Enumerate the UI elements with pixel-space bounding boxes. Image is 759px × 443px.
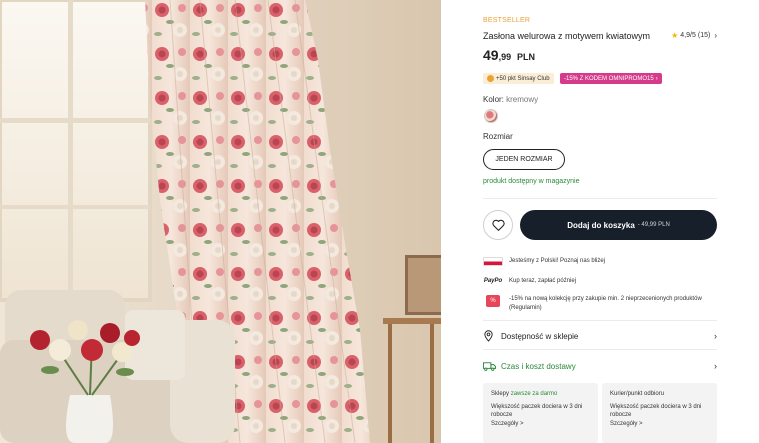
chevron-right-icon: ›: [655, 75, 658, 82]
details-link[interactable]: Szczegóły >: [491, 420, 590, 429]
color-swatch[interactable]: [484, 109, 498, 123]
delivery-card-title-text: Kurier/punkt odbioru: [610, 391, 665, 397]
star-icon: ★: [671, 31, 679, 40]
chevron-right-icon: ›: [714, 361, 717, 371]
info-text: Jesteśmy z Polski! Poznaj nas bliżej: [509, 258, 606, 264]
rating-value: 4,9/5: [680, 32, 696, 39]
add-to-cart-price: - 49,99 PLN: [637, 222, 670, 228]
product-photo-illustration: [0, 0, 441, 443]
delivery-info-label: Czas i koszt dostawy: [501, 361, 576, 371]
color-label-text: Kolor:: [483, 95, 504, 104]
coin-icon: [487, 75, 494, 82]
delivery-card-highlight: zawsze za darmo: [510, 391, 558, 397]
price-tag-icon: %: [486, 295, 500, 307]
price-currency: PLN: [516, 52, 535, 62]
wishlist-button[interactable]: [483, 210, 513, 240]
delivery-card-title: Sklepy zawsze za darmo: [491, 390, 590, 399]
chevron-right-icon: ›: [714, 31, 717, 40]
delivery-truck-icon: [483, 361, 496, 371]
info-text: -15% na nową kolekcję przy zakupie min. …: [509, 296, 702, 311]
product-details-panel: BESTSELLER Zasłona welurowa z motywem kw…: [483, 0, 723, 443]
bestseller-badge: BESTSELLER: [483, 17, 531, 24]
info-row-polish[interactable]: Jesteśmy z Polski! Poznaj nas bliżej: [483, 257, 605, 266]
size-label: Rozmiar: [483, 132, 513, 141]
add-to-cart-button[interactable]: Dodaj do koszyka - 49,99 PLN: [520, 210, 717, 240]
info-text: Kup teraz, zapłać później: [509, 278, 577, 284]
heart-icon: [491, 219, 505, 231]
chevron-right-icon: ›: [714, 331, 717, 341]
add-to-cart-label: Dodaj do koszyka: [567, 220, 635, 230]
product-price: 49,99 PLN: [483, 47, 535, 63]
divider: [483, 198, 717, 199]
divider: [483, 349, 717, 350]
delivery-card-title-text: Sklepy: [491, 391, 510, 397]
delivery-card-body: Większość paczek dociera w 3 dni robocze: [491, 403, 583, 419]
price-main: 49: [483, 47, 499, 63]
promo-code-badge[interactable]: -15% Z KODEM OMNIPROMO15 ›: [560, 73, 662, 84]
store-availability-label: Dostępność w sklepie: [501, 331, 579, 341]
delivery-card-stores[interactable]: Sklepy zawsze za darmo Większość paczek …: [483, 383, 598, 443]
club-points-text: +50 pkt Sinsay Club: [496, 75, 550, 82]
paypo-icon: PayPo: [483, 278, 503, 284]
delivery-card-body: Większość paczek dociera w 3 dni robocze: [610, 403, 702, 419]
color-label: Kolor: kremowy: [483, 95, 538, 104]
rating-count: (15): [697, 32, 711, 39]
info-row-paypo[interactable]: PayPo Kup teraz, zapłać później: [483, 277, 576, 286]
rating-link[interactable]: ★ 4,9/5 (15) ›: [671, 31, 717, 40]
delivery-card-title: Kurier/punkt odbioru: [610, 390, 709, 399]
delivery-card-courier[interactable]: Kurier/punkt odbioru Większość paczek do…: [602, 383, 717, 443]
delivery-info-link[interactable]: Czas i koszt dostawy ›: [483, 358, 717, 374]
color-value: kremowy: [506, 95, 539, 104]
price-cents: ,99: [498, 52, 512, 62]
info-row-discount[interactable]: % -15% na nową kolekcję przy zakupie min…: [483, 295, 713, 313]
product-title: Zasłona welurowa z motywem kwiatowym: [483, 31, 651, 41]
divider: [483, 320, 717, 321]
size-option-button[interactable]: JEDEN ROZMIAR: [483, 149, 565, 170]
club-points-badge[interactable]: +50 pkt Sinsay Club: [483, 73, 554, 84]
product-image[interactable]: [0, 0, 441, 443]
store-availability-link[interactable]: Dostępność w sklepie ›: [483, 328, 717, 344]
details-link[interactable]: Szczegóły >: [610, 420, 709, 429]
stock-status: produkt dostępny w magazynie: [483, 178, 580, 185]
promo-code-text: -15% Z KODEM OMNIPROMO15: [564, 75, 654, 82]
location-pin-icon: [484, 330, 493, 342]
polish-flag-icon: [483, 257, 503, 266]
